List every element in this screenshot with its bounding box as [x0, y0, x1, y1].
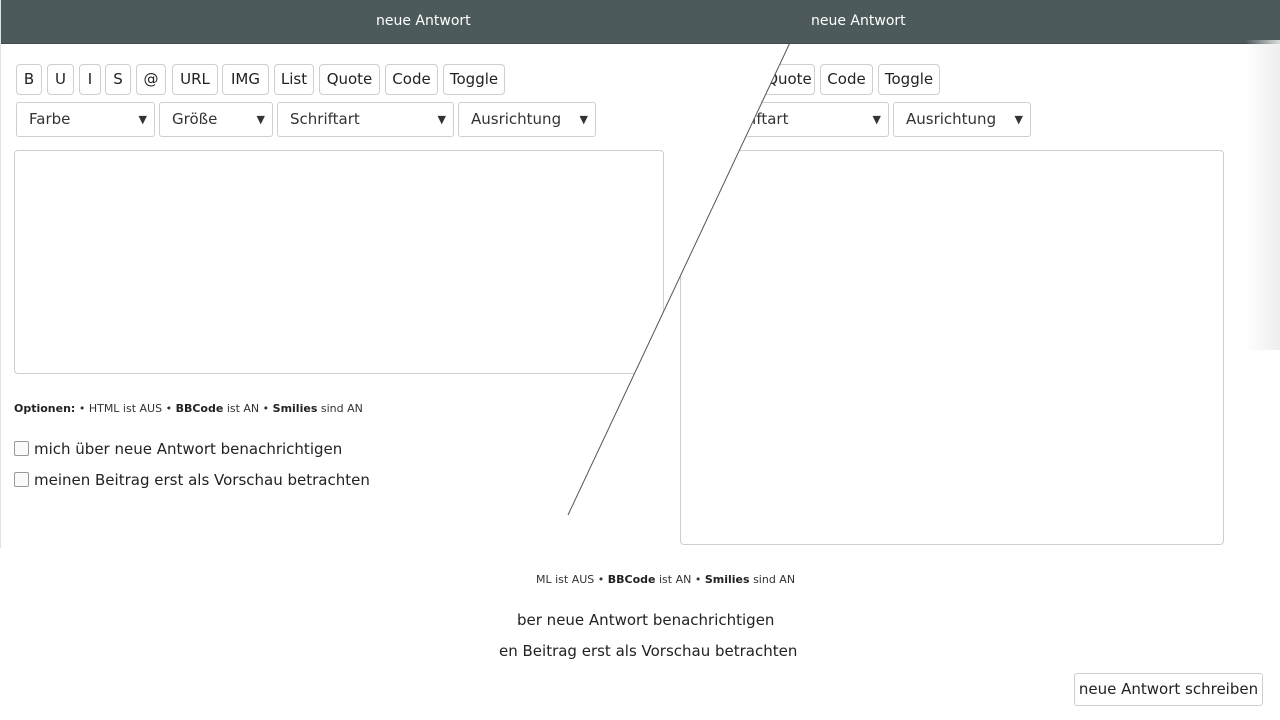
preview-checkbox-row[interactable]: meinen Beitrag erst als Vorschau betrach…: [14, 471, 370, 491]
chevron-down-icon: ▼: [256, 113, 265, 126]
font-select[interactable]: riftart ▼: [745, 102, 889, 137]
options-line: Optionen: • HTML ist AUS • BBCode ist AN…: [14, 402, 363, 415]
options-line: ML ist AUS • BBCode ist AN • Smilies sin…: [536, 573, 796, 586]
preview-checkbox-row[interactable]: en Beitrag erst als Vorschau betrachten: [479, 642, 799, 662]
bold-button[interactable]: B: [16, 64, 42, 95]
chevron-down-icon: ▼: [437, 113, 446, 126]
italic-button[interactable]: I: [79, 64, 101, 95]
preview-label: meinen Beitrag erst als Vorschau betrach…: [34, 471, 370, 489]
preview-label: en Beitrag erst als Vorschau betrachten: [499, 642, 798, 660]
alignment-select[interactable]: Ausrichtung ▼: [893, 102, 1031, 137]
message-textarea[interactable]: [14, 150, 664, 374]
font-select[interactable]: Schriftart ▼: [277, 102, 454, 137]
list-button[interactable]: List: [274, 64, 314, 95]
chevron-down-icon: ▼: [579, 113, 588, 126]
chevron-down-icon: ▼: [872, 113, 881, 126]
url-button[interactable]: URL: [172, 64, 218, 95]
notify-label: mich über neue Antwort benachrichtigen: [34, 440, 343, 458]
chevron-down-icon: ▼: [138, 113, 147, 126]
notify-checkbox-row[interactable]: mich über neue Antwort benachrichtigen: [14, 440, 344, 460]
img-button[interactable]: IMG: [222, 64, 269, 95]
notify-label: ber neue Antwort benachrichtigen: [517, 611, 775, 629]
underline-button[interactable]: U: [47, 64, 74, 95]
code-button[interactable]: Code: [820, 64, 873, 95]
color-select[interactable]: Farbe ▼: [16, 102, 155, 137]
submit-reply-button[interactable]: neue Antwort schreiben: [1074, 673, 1263, 706]
code-button[interactable]: Code: [385, 64, 438, 95]
panel-title: neue Antwort: [376, 13, 471, 29]
notify-checkbox[interactable]: [14, 441, 29, 456]
size-select[interactable]: Größe ▼: [159, 102, 273, 137]
notify-checkbox-row[interactable]: ber neue Antwort benachrichtigen: [497, 611, 797, 631]
mention-button[interactable]: @: [136, 64, 166, 95]
strike-button[interactable]: S: [105, 64, 131, 95]
toggle-button[interactable]: Toggle: [878, 64, 940, 95]
toggle-button[interactable]: Toggle: [443, 64, 505, 95]
chevron-down-icon: ▼: [1014, 113, 1023, 126]
panel-title: neue Antwort: [811, 13, 906, 29]
edge-shadow: [1245, 40, 1280, 350]
quote-button[interactable]: Quote: [319, 64, 380, 95]
alignment-select[interactable]: Ausrichtung ▼: [458, 102, 596, 137]
message-textarea[interactable]: [680, 150, 1224, 545]
preview-checkbox[interactable]: [14, 472, 29, 487]
